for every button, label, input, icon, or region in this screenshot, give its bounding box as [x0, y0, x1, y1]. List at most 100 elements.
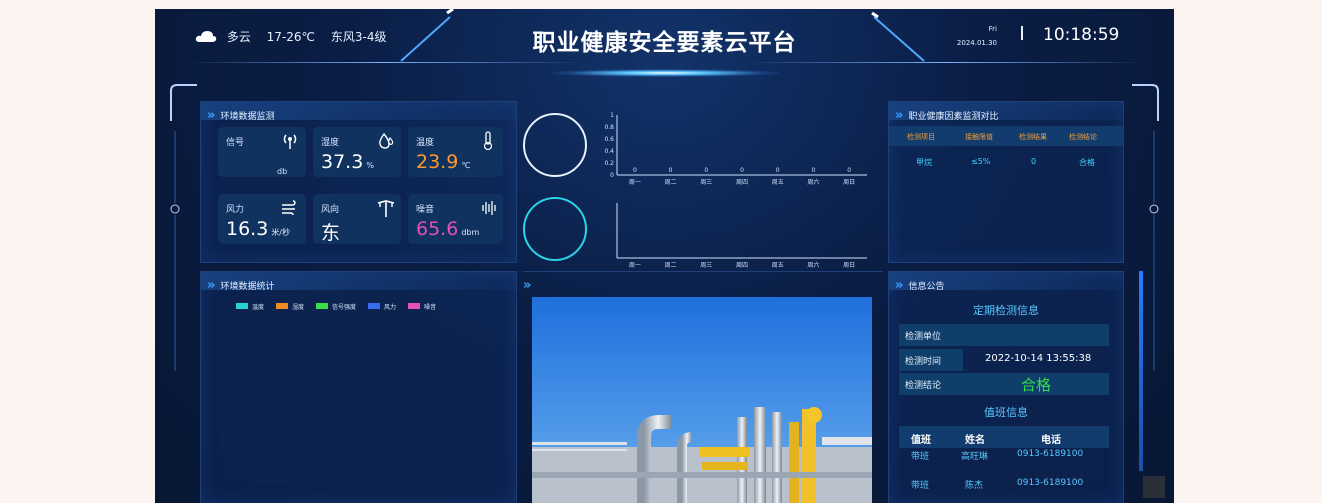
chevron-right-icon: »	[895, 278, 904, 293]
duty-row-2-name: 陈杰	[965, 481, 984, 491]
legend-swatch	[408, 303, 421, 309]
wind-icon	[280, 200, 298, 220]
tile-humidity-value: 37.3	[321, 151, 364, 173]
tile-temperature-unit: ℃	[461, 161, 471, 170]
duty-row-1-shift: 带班	[911, 452, 930, 462]
notice-panel: » 信息公告 定期检测信息 检测单位 检测时间 2022-10-14 13:55…	[888, 271, 1124, 503]
x-tick-label: 周四	[736, 262, 748, 269]
time-divider	[1021, 26, 1023, 40]
tile-wind-force-value: 16.3	[226, 218, 269, 240]
inspection-title: 定期检测信息	[973, 304, 1039, 317]
tile-humidity[interactable]: 湿度 37.3%	[313, 127, 401, 177]
humidity-icon	[377, 132, 395, 154]
health-cell-item: 甲烷	[916, 158, 932, 167]
y-tick-label: 0.2	[604, 160, 614, 167]
tile-noise[interactable]: 噪音 65.6 dbm	[408, 194, 503, 244]
chevron-right-icon: »	[895, 108, 904, 123]
x-tick-label: 周二	[665, 179, 677, 186]
gauge-ring-bottom	[523, 197, 587, 261]
legend-label: 温度	[252, 303, 265, 311]
duty-header-phone: 电话	[1041, 435, 1061, 446]
notice-scrollbar[interactable]	[1139, 271, 1143, 471]
legend-swatch	[368, 303, 381, 309]
env-monitor-heading: » 环境数据监测	[207, 104, 275, 123]
gauge-ring-top	[523, 113, 587, 177]
x-tick-label: 周日	[843, 179, 855, 186]
health-cell-result: 0	[1031, 157, 1037, 166]
legend-label: 噪音	[424, 303, 437, 311]
bar-value-label: 0	[633, 167, 637, 174]
site-camera-panel: »	[523, 271, 883, 503]
y-tick-label: 0.4	[604, 148, 614, 155]
tile-signal-unit-row: db	[274, 157, 287, 179]
wind-vane-icon	[377, 199, 395, 223]
header-time: 10:18:59	[1043, 25, 1120, 45]
legend-swatch	[236, 303, 248, 309]
legend-item[interactable]: 噪音	[408, 302, 436, 311]
tile-wind-force-unit: 米/秒	[271, 228, 291, 237]
inspection-result-label: 检测结论	[905, 381, 942, 391]
env-stats-heading: » 环境数据统计	[207, 274, 275, 293]
bar-value-label: 0	[847, 167, 851, 174]
inspection-row-time: 检测时间 2022-10-14 13:55:38	[899, 349, 1109, 371]
tile-noise-reading: 65.6 dbm	[416, 218, 479, 240]
health-compare-heading: » 职业健康因素监测对比	[895, 104, 999, 123]
tile-humidity-unit: %	[366, 161, 374, 170]
health-cell-conclusion: 合格	[1079, 158, 1095, 167]
bar-value-label: 0	[812, 167, 816, 174]
tile-signal-label: 信号	[226, 138, 245, 148]
bar-value-label: 0	[740, 167, 744, 174]
industrial-pipes-image	[532, 297, 872, 503]
health-header-item: 检测项目	[907, 133, 935, 141]
health-header-result: 检测结果	[1019, 133, 1047, 141]
tile-noise-label: 噪音	[416, 205, 435, 215]
inspection-row-unit: 检测单位	[899, 324, 1109, 346]
tile-wind-force[interactable]: 风力 16.3 米/秒	[218, 194, 306, 244]
chevron-right-icon: »	[523, 278, 532, 293]
overlay-corner-icon[interactable]	[1143, 476, 1165, 498]
bar-value-label: 0	[776, 167, 780, 174]
tile-wind-force-label: 风力	[226, 205, 245, 215]
tile-temperature[interactable]: 温度 23.9 ℃	[408, 127, 503, 177]
legend-item[interactable]: 温度	[236, 302, 264, 311]
duty-header-name: 姓名	[965, 435, 985, 446]
x-tick-label: 周一	[629, 262, 641, 269]
bar-value-label: 0	[669, 167, 673, 174]
x-tick-label: 周一	[629, 179, 641, 186]
tile-humidity-label: 湿度	[321, 138, 340, 148]
notice-title: 信息公告	[908, 282, 945, 292]
legend-swatch	[276, 303, 289, 309]
duty-row-1-phone: 0913-6189100	[1017, 449, 1084, 459]
tile-wind-direction[interactable]: 风向 东	[313, 194, 401, 244]
y-tick-label: 1	[610, 112, 614, 119]
chevron-right-icon: »	[207, 108, 216, 123]
legend-item[interactable]: 湿度	[276, 302, 304, 311]
health-header-conclusion: 检测结论	[1069, 133, 1097, 141]
x-tick-label: 周五	[772, 262, 784, 269]
x-tick-label: 周四	[736, 179, 748, 186]
header-right-line	[745, 62, 1145, 63]
legend-item[interactable]: 信号强度	[316, 302, 356, 311]
tile-wind-direction-label: 风向	[321, 205, 340, 215]
health-compare-panel: » 职业健康因素监测对比 检测项目 接触限值 检测结果 检测结论 甲烷 ≤5% …	[888, 101, 1124, 263]
health-cell-limit: ≤5%	[971, 157, 991, 166]
health-header-limit: 接触限值	[965, 133, 993, 141]
thermometer-icon	[482, 131, 494, 155]
tile-temperature-label: 温度	[416, 138, 435, 148]
tile-wind-force-reading: 16.3 米/秒	[226, 218, 290, 240]
x-tick-label: 周六	[807, 261, 819, 269]
x-tick-label: 周六	[807, 178, 819, 186]
chevron-right-icon: »	[207, 278, 216, 293]
header-left-line	[185, 62, 585, 63]
weekly-chart-bottom: 周一 周二 周三 周四 周五 周六 周日	[616, 203, 867, 269]
legend-label: 湿度	[292, 303, 305, 311]
signal-icon	[282, 132, 298, 154]
legend-item[interactable]: 风力	[368, 302, 396, 311]
legend-label: 风力	[384, 303, 397, 311]
dashboard-screen: 多云 17-26℃ 东风3-4级 职业健康安全要素云平台 Fri 2024.01…	[155, 9, 1174, 503]
weekly-chart-top: 周一 周二 周三 周四 周五 周六 周日 0 0.2 0.4 0.6 0.8 1 0 0 0 0 0 0 0	[604, 112, 867, 186]
duty-row-2-phone: 0913-6189100	[1017, 478, 1084, 488]
site-photo[interactable]	[532, 297, 872, 503]
tile-signal[interactable]: 信号 db	[218, 127, 306, 177]
noise-icon	[480, 200, 498, 220]
